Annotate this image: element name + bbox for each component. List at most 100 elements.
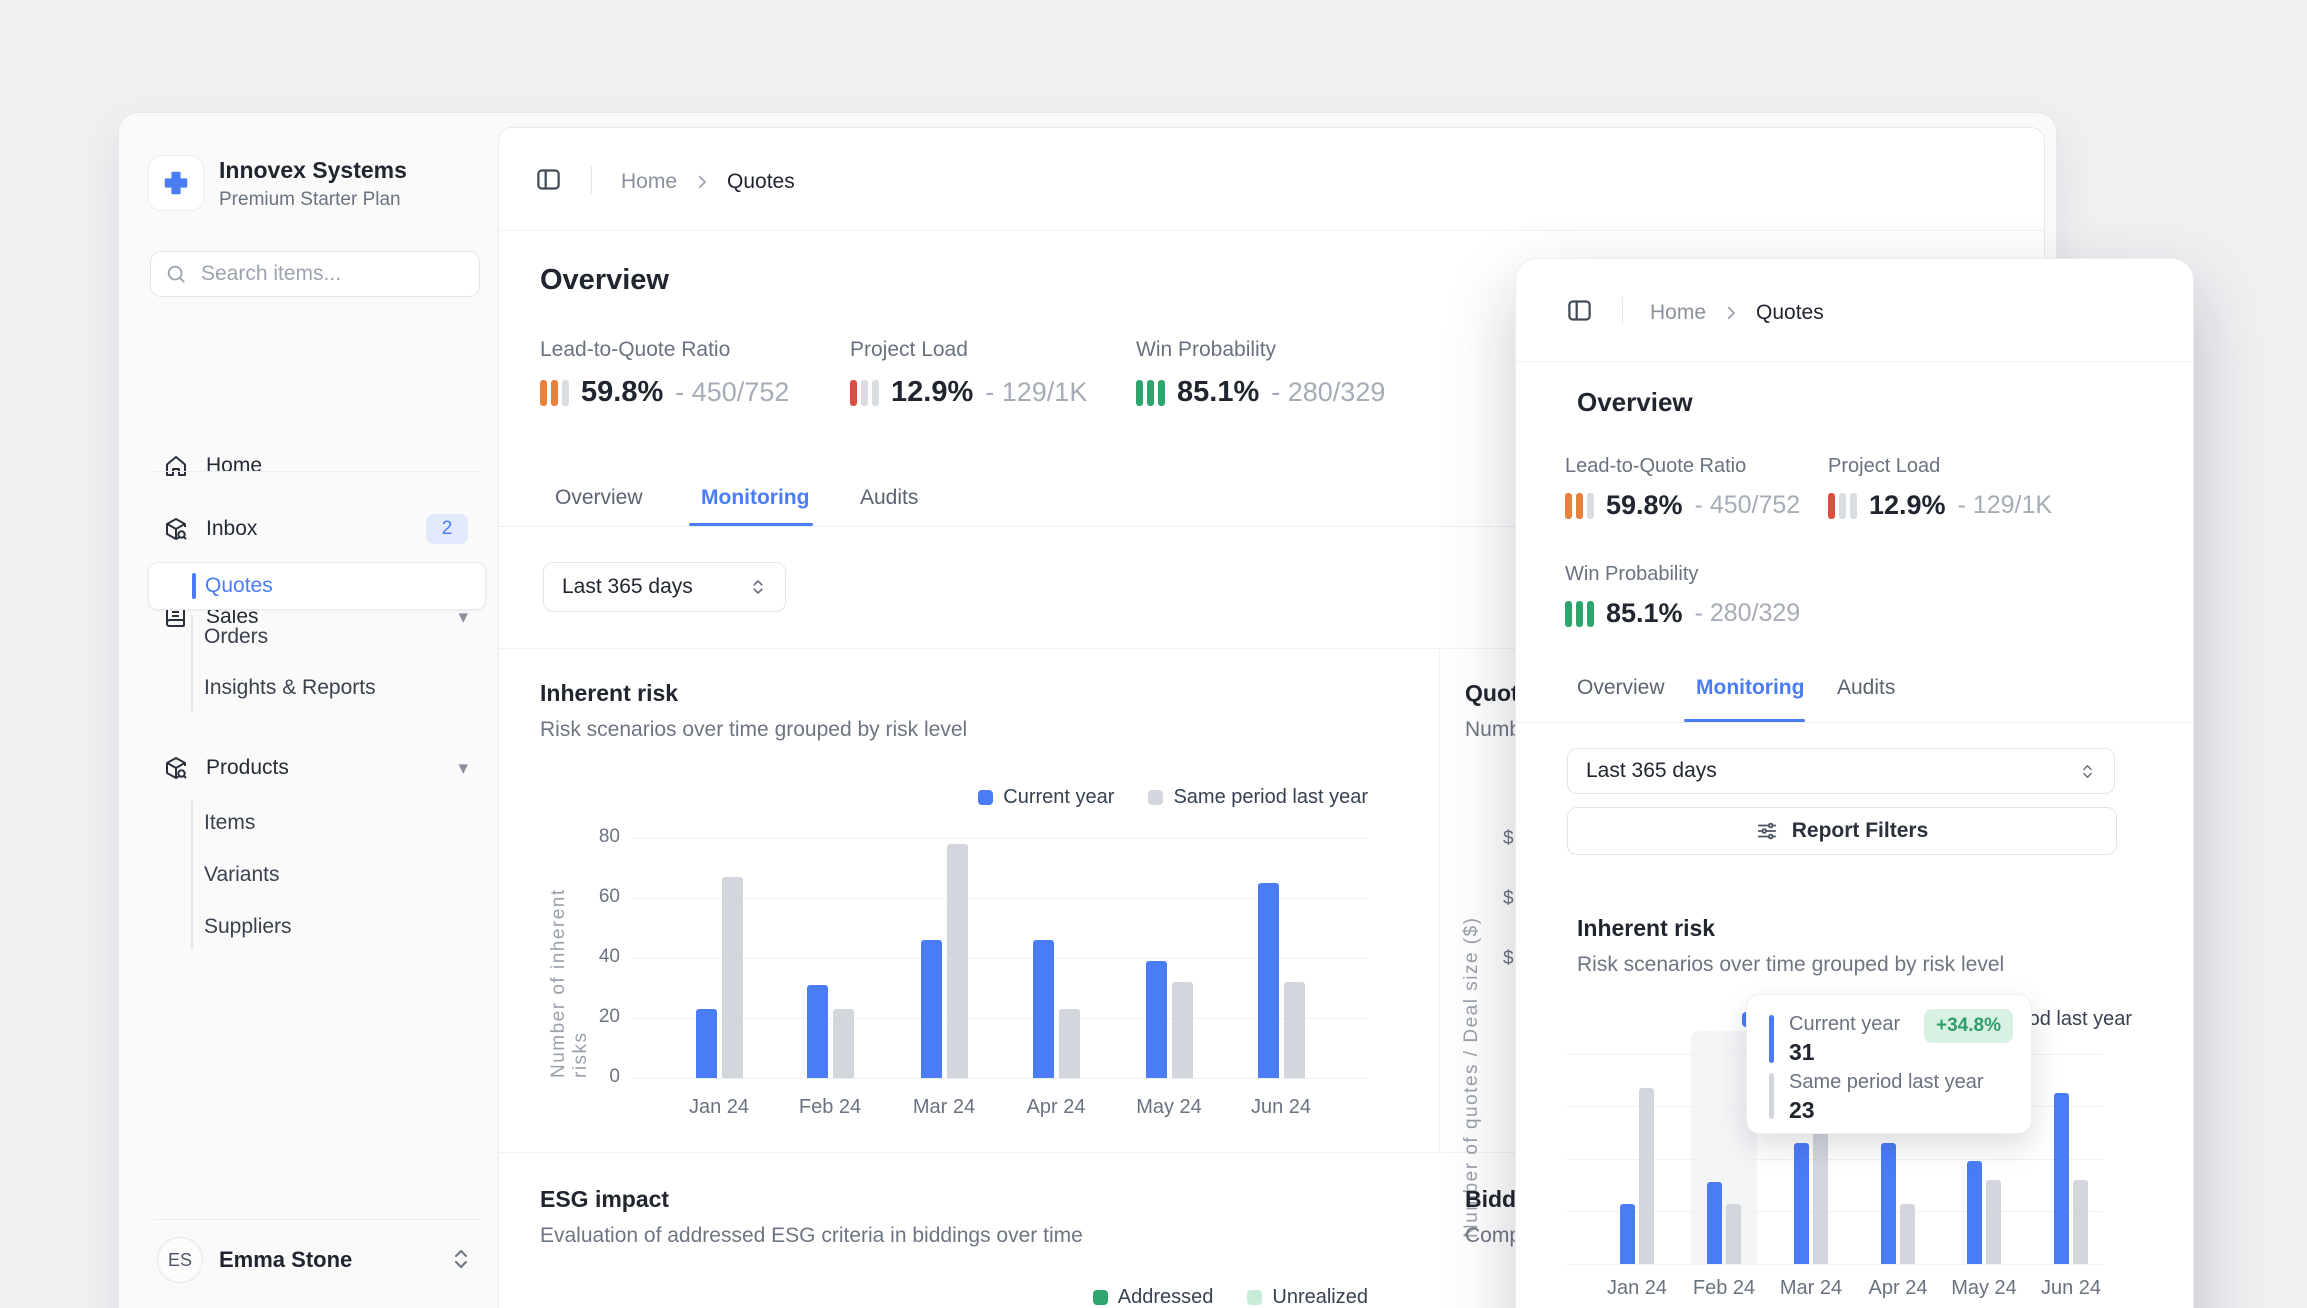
chart-bar [721, 877, 743, 1078]
tab-overview[interactable]: Overview [555, 486, 643, 510]
home-icon [164, 454, 188, 478]
tooltip-value: 31 [1789, 1039, 1815, 1065]
sidebar-item-label: Insights & Reports [204, 676, 376, 699]
kpi-project-load: Project Load 12.9% - 129/1K [1828, 455, 2053, 520]
kpi-bar [1565, 600, 1572, 627]
chart-bar [1058, 1009, 1080, 1078]
kpi-bars-icon [1828, 492, 1857, 519]
breadcrumb-current[interactable]: Quotes [727, 170, 795, 194]
kpi-bar [850, 379, 857, 406]
tooltip-delta-badge: +34.8% [1924, 1009, 2013, 1043]
tab-audits[interactable]: Audits [860, 486, 918, 510]
chart-bar [1900, 1203, 1915, 1264]
sidebar-footer-divider [153, 1219, 481, 1220]
chart-xl: Feb 24 [798, 1096, 862, 1118]
kpi-bar [1850, 492, 1857, 519]
legend-unrealized: Unrealized [1247, 1286, 1368, 1308]
tab-overview[interactable]: Overview [1577, 676, 1665, 700]
sliders-icon [1756, 820, 1778, 842]
sidebar-group-label: Products [206, 756, 289, 779]
tooltip-series-label: Same period last year [1789, 1071, 1984, 1093]
date-range-value: Last 365 days [562, 575, 693, 598]
user-name: Emma Stone [219, 1247, 353, 1272]
kpi-value: 85.1% [1177, 376, 1260, 408]
sidebar-toggle-button[interactable] [1566, 297, 1593, 324]
sidebar-item-variants[interactable]: Variants [148, 853, 484, 897]
legend-addressed: Addressed [1092, 1286, 1213, 1308]
panel-header: Home Quotes [1516, 259, 2193, 362]
tab-monitoring[interactable]: Monitoring [701, 486, 809, 510]
chevrons-up-down-icon [749, 578, 767, 596]
plus-logo-icon [161, 168, 191, 198]
chart-yt: 20 [598, 1006, 620, 1027]
column-divider [1439, 649, 1440, 1152]
kpi-bar [861, 379, 868, 406]
kpi-bar [1587, 492, 1594, 519]
kpi-bar [1576, 600, 1583, 627]
breadcrumb-current[interactable]: Quotes [1756, 301, 1824, 325]
chart-bar [946, 844, 968, 1078]
sidebar-item-label: Variants [204, 863, 280, 886]
kpi-bar [1576, 492, 1583, 519]
kpi-label: Win Probability [1136, 338, 1277, 361]
avatar[interactable]: ES [157, 1237, 203, 1283]
tab-audits[interactable]: Audits [1837, 676, 1895, 700]
y-tick: $ [1503, 888, 1514, 909]
page-title: Overview [1577, 387, 1693, 417]
sidebar-item-label: Items [204, 811, 256, 834]
chevrons-up-down-icon[interactable] [449, 1247, 473, 1271]
package-search-icon [164, 756, 188, 780]
kpi-win-probability: Win Probability 85.1% - 280/329 [1565, 563, 1801, 628]
sidebar-item-insights-reports[interactable]: Insights & Reports [148, 666, 484, 710]
search-box[interactable] [150, 251, 480, 297]
chart-bar [832, 1009, 854, 1078]
chart-gl [632, 838, 1368, 839]
section-title: Inherent risk [540, 680, 679, 706]
sidebar-item-home[interactable]: Home [150, 443, 482, 489]
kpi-bar [562, 379, 569, 406]
date-range-select[interactable]: Last 365 days [1567, 748, 2115, 794]
sidebar-item-label: Home [206, 454, 263, 477]
legend-swatch [1148, 790, 1164, 805]
legend-current-year: Current year [978, 786, 1114, 809]
report-filters-button[interactable]: Report Filters [1567, 807, 2117, 855]
chart-xl: May 24 [1136, 1096, 1202, 1118]
chart-xl: Jun 24 [1250, 1096, 1312, 1118]
tooltip-indicator-current [1769, 1015, 1774, 1063]
kpi-bar [1158, 379, 1165, 406]
kpi-detail: 129/1K [1001, 377, 1088, 407]
kpi-bars-icon [850, 379, 879, 406]
date-range-select[interactable]: Last 365 days [543, 562, 786, 612]
breadcrumb-home[interactable]: Home [621, 170, 677, 194]
chevrons-up-down-icon [2079, 763, 2096, 780]
org-name: Innovex Systems [219, 157, 407, 183]
search-input[interactable] [199, 261, 465, 287]
kpi-lead-to-quote: Lead-to-Quote Ratio 59.8% - 450/752 [540, 338, 790, 408]
tooltip-value: 23 [1789, 1097, 1815, 1123]
chart-bar [1171, 982, 1193, 1078]
chart-bar [1794, 1143, 1809, 1264]
chart-tooltip: Current year 31 +34.8% Same period last … [1746, 994, 2032, 1134]
chart-legend: Current year Same period last year [978, 786, 1368, 809]
chart-bar [920, 940, 942, 1078]
chart-yt: 60 [598, 886, 620, 907]
chart-bar [1620, 1203, 1635, 1264]
chart-bar [1145, 961, 1167, 1078]
kpi-value: 59.8% [581, 376, 664, 408]
sidebar-item-quotes[interactable]: Quotes [148, 562, 486, 610]
chart-bar [1032, 940, 1054, 1078]
sidebar-group-products[interactable]: Products ▾ [150, 745, 482, 791]
sidebar-item-orders[interactable]: Orders [148, 615, 484, 659]
kpi-bar [1587, 600, 1594, 627]
kpi-bars-icon [1565, 492, 1594, 519]
sidebar-toggle-button[interactable] [535, 166, 562, 193]
sidebar-item-suppliers[interactable]: Suppliers [148, 905, 484, 949]
report-filters-label: Report Filters [1791, 819, 1929, 842]
breadcrumb-home[interactable]: Home [1650, 301, 1706, 325]
sidebar-item-items[interactable]: Items [148, 801, 484, 845]
tab-monitoring[interactable]: Monitoring [1696, 676, 1804, 700]
header-divider [1622, 297, 1623, 325]
kpi-bars-icon [1136, 379, 1165, 406]
chevron-right-icon [693, 173, 711, 191]
kpi-bar [540, 379, 547, 406]
